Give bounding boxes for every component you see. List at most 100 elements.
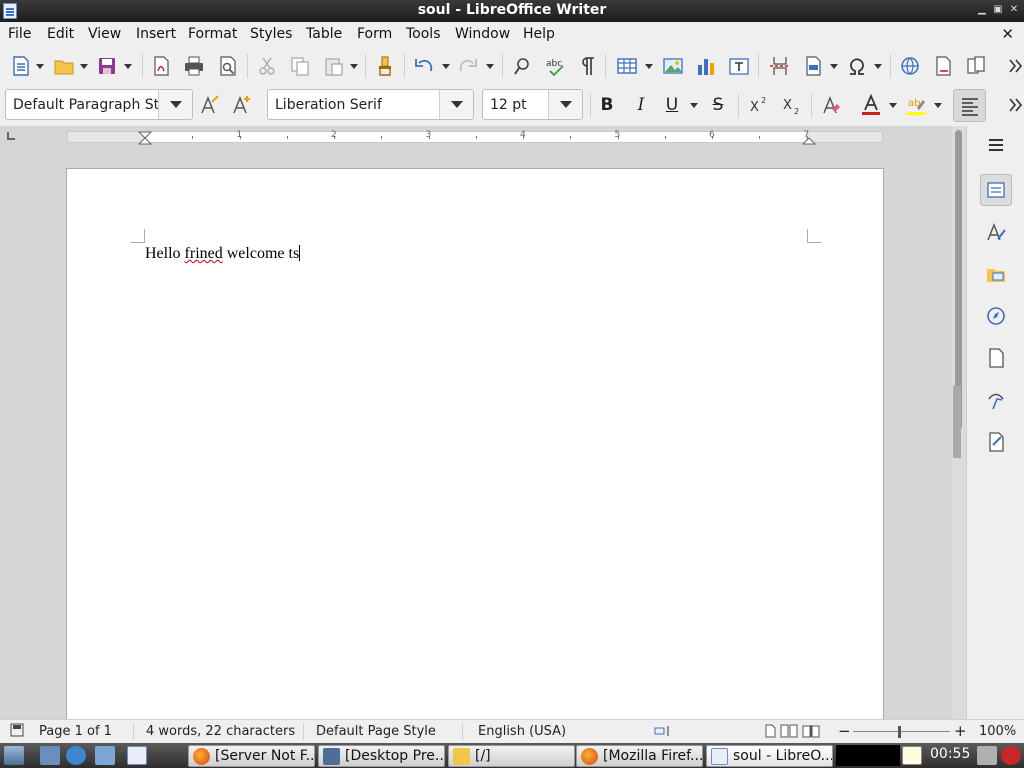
insert-special-character-icon[interactable] — [844, 53, 870, 79]
writer-launcher-icon[interactable] — [127, 746, 147, 765]
strikethrough-button[interactable]: S — [705, 92, 731, 118]
tab-stop-selector-icon[interactable] — [7, 132, 15, 140]
align-left-icon[interactable] — [953, 89, 986, 122]
toolbar-overflow-icon[interactable] — [1002, 53, 1024, 79]
clock[interactable]: 00:55 — [930, 746, 970, 762]
find-replace-icon[interactable] — [510, 53, 536, 79]
redo-icon[interactable] — [455, 53, 481, 79]
update-style-icon[interactable] — [197, 92, 223, 118]
insert-hyperlink-icon[interactable] — [897, 53, 923, 79]
scrollbar-thumb[interactable] — [955, 130, 962, 430]
paragraph-style-dropdown-arrow[interactable] — [158, 90, 192, 119]
taskbar-item-desktop-preferences[interactable]: [Desktop Pre... — [318, 745, 445, 767]
toolbar2-overflow-icon[interactable] — [1002, 92, 1024, 118]
document-modified-icon[interactable] — [10, 723, 24, 741]
book-view-icon[interactable] — [802, 724, 820, 742]
insert-page-break-icon[interactable] — [767, 53, 793, 79]
single-page-view-icon[interactable] — [764, 724, 776, 742]
sidebar-manage-changes-icon[interactable] — [980, 426, 1012, 458]
insert-chart-icon[interactable] — [693, 53, 719, 79]
taskbar-item-mozilla-firefox[interactable]: [Mozilla Firef... — [576, 745, 703, 767]
file-manager-launcher-icon[interactable] — [95, 746, 115, 765]
start-menu-icon[interactable] — [4, 746, 24, 765]
document-text[interactable]: Hello frined welcome ts — [145, 245, 301, 263]
superscript-icon[interactable]: X2 — [746, 92, 772, 118]
document-area[interactable]: Hello frined welcome ts — [0, 148, 952, 719]
export-pdf-icon[interactable] — [148, 53, 174, 79]
zoom-in-button[interactable]: + — [954, 722, 967, 740]
sidebar-collapse-grip[interactable] — [953, 386, 961, 458]
page-style-status[interactable]: Default Page Style — [316, 724, 436, 739]
menu-window[interactable]: Window — [455, 26, 510, 42]
power-icon[interactable] — [1001, 746, 1021, 765]
open-folder-icon[interactable] — [51, 53, 77, 79]
paragraph-style-combo[interactable]: Default Paragraph Sty — [5, 89, 193, 120]
horizontal-ruler[interactable]: 1234567 — [67, 130, 883, 145]
sidebar-menu-icon[interactable] — [980, 129, 1012, 161]
insert-comment-icon[interactable] — [963, 53, 989, 79]
minimize-button[interactable]: ▁ — [975, 3, 989, 17]
sidebar-styles-icon[interactable] — [980, 216, 1012, 248]
word-count-status[interactable]: 4 words, 22 characters — [146, 724, 295, 739]
font-color-dropdown-arrow[interactable] — [888, 92, 898, 118]
print-preview-icon[interactable] — [215, 53, 241, 79]
menu-tools[interactable]: Tools — [406, 26, 441, 42]
maximize-button[interactable]: ▣ — [991, 3, 1005, 17]
insert-image-icon[interactable] — [660, 53, 686, 79]
taskbar-item-libreoffice-writer[interactable]: soul - LibreO... — [706, 745, 833, 767]
special-character-dropdown-arrow[interactable] — [873, 53, 883, 79]
page-number-status[interactable]: Page 1 of 1 — [39, 724, 112, 739]
close-document-icon[interactable]: ✕ — [1001, 25, 1014, 43]
menu-form[interactable]: Form — [357, 26, 392, 42]
new-document-icon[interactable] — [8, 53, 34, 79]
subscript-icon[interactable]: X2 — [779, 92, 805, 118]
formatting-marks-icon[interactable] — [575, 53, 601, 79]
zoom-out-button[interactable]: − — [838, 722, 851, 740]
zoom-slider[interactable] — [853, 731, 950, 732]
insert-text-box-icon[interactable] — [726, 53, 752, 79]
sidebar-gallery-icon[interactable] — [980, 258, 1012, 290]
paste-icon[interactable] — [321, 53, 347, 79]
document-page[interactable]: Hello frined welcome ts — [66, 168, 884, 719]
menu-insert[interactable]: Insert — [136, 26, 176, 42]
font-name-dropdown-arrow[interactable] — [439, 90, 473, 119]
highlight-color-icon[interactable]: ab — [903, 92, 929, 118]
font-name-combo[interactable]: Liberation Serif — [267, 89, 474, 120]
undo-dropdown-arrow[interactable] — [441, 53, 451, 79]
menu-edit[interactable]: Edit — [47, 26, 74, 42]
taskbar-item-server-not-found[interactable]: [Server Not F... — [188, 745, 315, 767]
font-color-icon[interactable] — [858, 92, 884, 118]
indent-marker-icon[interactable] — [138, 131, 152, 145]
tray-applet-icon[interactable] — [977, 746, 997, 765]
clear-formatting-icon[interactable] — [818, 92, 844, 118]
sidebar-page-icon[interactable] — [980, 342, 1012, 374]
menu-format[interactable]: Format — [188, 26, 237, 42]
language-status[interactable]: English (USA) — [478, 724, 566, 739]
menu-help[interactable]: Help — [523, 26, 555, 42]
field-dropdown-arrow[interactable] — [829, 53, 839, 79]
spelling-icon[interactable]: abc — [543, 53, 569, 79]
undo-icon[interactable] — [411, 53, 437, 79]
multi-page-view-icon[interactable] — [780, 724, 798, 742]
menu-styles[interactable]: Styles — [250, 26, 292, 42]
sidebar-properties-icon[interactable] — [980, 174, 1012, 206]
paste-dropdown-arrow[interactable] — [349, 53, 359, 79]
taskbar-item-file-manager[interactable]: [/] — [448, 745, 575, 767]
show-desktop-icon[interactable] — [40, 746, 60, 765]
bold-button[interactable]: B — [594, 92, 620, 118]
save-dropdown-arrow[interactable] — [123, 53, 133, 79]
menu-table[interactable]: Table — [306, 26, 342, 42]
underline-dropdown-arrow[interactable] — [689, 92, 699, 118]
copy-icon[interactable] — [287, 53, 313, 79]
tray-app-icon[interactable] — [902, 746, 922, 765]
underline-button[interactable]: U — [659, 92, 685, 118]
new-style-icon[interactable] — [229, 92, 255, 118]
menu-file[interactable]: File — [8, 26, 31, 42]
new-dropdown-arrow[interactable] — [35, 53, 45, 79]
insert-footnote-icon[interactable] — [930, 53, 956, 79]
highlight-dropdown-arrow[interactable] — [933, 92, 943, 118]
sidebar-navigator-icon[interactable] — [980, 300, 1012, 332]
zoom-slider-handle[interactable] — [898, 726, 901, 738]
cut-icon[interactable] — [254, 53, 280, 79]
insert-table-icon[interactable] — [614, 53, 640, 79]
